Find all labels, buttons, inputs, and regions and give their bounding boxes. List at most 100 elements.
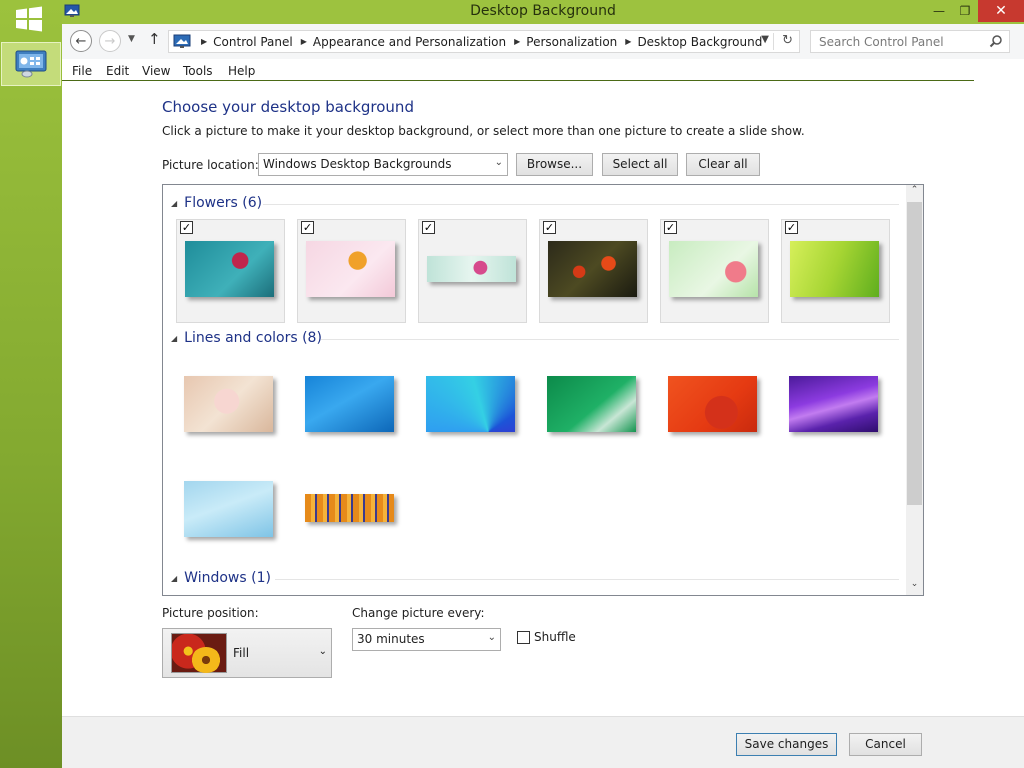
wallpaper-thumbnail: [789, 376, 878, 432]
wallpaper-checkbox[interactable]: ✓: [301, 221, 314, 234]
minimize-button[interactable]: —: [926, 0, 952, 22]
search-icon[interactable]: [989, 34, 1003, 48]
title-bar: Desktop Background — ❐ ✕: [62, 0, 1024, 24]
up-arrow-icon[interactable]: ↑: [148, 30, 161, 48]
wallpaper-tile[interactable]: ✓: [297, 219, 406, 323]
wallpaper-thumbnail: [548, 241, 637, 297]
address-dropdown-icon[interactable]: ▼: [761, 34, 769, 45]
gallery-scrollbar[interactable]: ⌃ ⌄: [906, 185, 923, 595]
control-panel-taskbar-button[interactable]: [1, 42, 61, 86]
back-button[interactable]: ←: [70, 30, 92, 52]
windows-start-icon[interactable]: [14, 6, 46, 34]
wallpaper-thumbnail: [426, 376, 515, 432]
wallpaper-tile[interactable]: ✓: [539, 219, 648, 323]
picture-location-label: Picture location:: [162, 158, 259, 172]
breadcrumb-separator-icon[interactable]: ▶: [514, 37, 520, 46]
wallpaper-tile[interactable]: [660, 355, 769, 459]
breadcrumb-separator-icon[interactable]: ▶: [301, 37, 307, 46]
collapse-triangle-icon[interactable]: ◢: [171, 199, 177, 208]
wallpaper-tile[interactable]: ✓: [418, 219, 527, 323]
menu-divider: [62, 80, 974, 81]
group-divider: [321, 339, 899, 340]
chevron-down-icon: ⌄: [487, 632, 496, 643]
breadcrumb-separator-icon[interactable]: ▶: [625, 37, 631, 46]
page-title: Choose your desktop background: [162, 98, 414, 116]
picture-position-select[interactable]: Fill ⌄: [162, 628, 332, 678]
breadcrumb-appearance[interactable]: Appearance and Personalization: [313, 35, 506, 49]
group-header-flowers[interactable]: ◢ Flowers (6): [171, 195, 262, 211]
picture-position-label: Picture position:: [162, 606, 259, 620]
group-divider: [275, 579, 899, 580]
wallpaper-tile[interactable]: [176, 460, 285, 564]
shuffle-label: Shuffle: [534, 630, 576, 644]
wallpaper-thumbnail: [184, 376, 273, 432]
breadcrumb-control-panel[interactable]: Control Panel: [213, 35, 293, 49]
address-divider: [773, 33, 774, 50]
close-button[interactable]: ✕: [978, 0, 1024, 22]
change-interval-select[interactable]: 30 minutes ⌄: [352, 628, 501, 651]
group-header-windows[interactable]: ◢ Windows (1): [171, 570, 271, 586]
wallpaper-tile[interactable]: [781, 355, 890, 459]
control-panel-icon: [173, 34, 191, 48]
window-title: Desktop Background: [470, 3, 616, 19]
wallpaper-tile[interactable]: ✓: [176, 219, 285, 323]
wallpaper-thumbnail: [305, 494, 394, 522]
menu-bar: File Edit View Tools Help: [62, 60, 1024, 82]
search-placeholder: Search Control Panel: [819, 35, 944, 49]
navigation-bar: ← → ▼ ↑ ▶ Control Panel ▶ Appearance and…: [62, 24, 1024, 59]
wallpaper-thumbnail: [306, 241, 395, 297]
forward-button[interactable]: →: [99, 30, 121, 52]
wallpaper-tile[interactable]: [297, 460, 406, 564]
wallpaper-tile[interactable]: [418, 355, 527, 459]
picture-position-value: Fill: [233, 646, 250, 660]
wallpaper-tile[interactable]: ✓: [660, 219, 769, 323]
wallpaper-checkbox[interactable]: ✓: [422, 221, 435, 234]
refresh-icon[interactable]: ↻: [782, 33, 793, 48]
search-input[interactable]: Search Control Panel: [810, 30, 1010, 53]
restore-button[interactable]: ❐: [952, 0, 978, 22]
menu-tools[interactable]: Tools: [183, 64, 213, 78]
taskbar: [0, 0, 62, 768]
collapse-triangle-icon[interactable]: ◢: [171, 334, 177, 343]
wallpaper-thumbnail: [668, 376, 757, 432]
scroll-down-arrow-icon[interactable]: ⌄: [906, 579, 923, 595]
wallpaper-tile[interactable]: [297, 355, 406, 459]
wallpaper-checkbox[interactable]: ✓: [664, 221, 677, 234]
breadcrumb-desktop-background[interactable]: Desktop Background: [637, 35, 762, 49]
group-header-lines-and-colors[interactable]: ◢ Lines and colors (8): [171, 330, 322, 346]
menu-view[interactable]: View: [142, 64, 170, 78]
browse-button[interactable]: Browse...: [516, 153, 593, 176]
picture-gallery[interactable]: ◢ Flowers (6) ✓ ✓ ✓ ✓ ✓ ✓ ◢ Lines and co…: [162, 184, 924, 596]
wallpaper-tile[interactable]: ✓: [781, 219, 890, 323]
wallpaper-tile[interactable]: [539, 355, 648, 459]
wallpaper-checkbox[interactable]: ✓: [543, 221, 556, 234]
recent-locations-chevron-icon[interactable]: ▼: [128, 34, 135, 44]
select-all-button[interactable]: Select all: [602, 153, 678, 176]
scroll-up-arrow-icon[interactable]: ⌃: [906, 185, 923, 201]
breadcrumb-personalization[interactable]: Personalization: [526, 35, 617, 49]
menu-help[interactable]: Help: [228, 64, 255, 78]
wallpaper-tile[interactable]: [176, 355, 285, 459]
collapse-triangle-icon[interactable]: ◢: [171, 574, 177, 583]
shuffle-checkbox-box[interactable]: [517, 630, 530, 644]
picture-location-select[interactable]: Windows Desktop Backgrounds ⌄: [258, 153, 508, 176]
wallpaper-thumbnail: [305, 376, 394, 432]
shuffle-checkbox[interactable]: Shuffle: [517, 630, 576, 644]
group-title: Lines and colors (8): [184, 330, 322, 346]
clear-all-button[interactable]: Clear all: [686, 153, 760, 176]
save-changes-button[interactable]: Save changes: [736, 733, 837, 756]
wallpaper-thumbnail: [790, 241, 879, 297]
wallpaper-thumbnail: [184, 481, 273, 537]
menu-edit[interactable]: Edit: [106, 64, 129, 78]
wallpaper-checkbox[interactable]: ✓: [785, 221, 798, 234]
address-bar[interactable]: ▶ Control Panel ▶ Appearance and Persona…: [168, 30, 800, 53]
dialog-footer: Save changes Cancel: [62, 716, 1024, 768]
cancel-button[interactable]: Cancel: [849, 733, 922, 756]
group-title: Flowers (6): [184, 195, 263, 211]
wallpaper-thumbnail: [185, 241, 274, 297]
menu-file[interactable]: File: [72, 64, 92, 78]
group-title: Windows (1): [184, 570, 271, 586]
wallpaper-checkbox[interactable]: ✓: [180, 221, 193, 234]
wallpaper-thumbnail: [669, 241, 758, 297]
scrollbar-thumb[interactable]: [907, 202, 922, 505]
